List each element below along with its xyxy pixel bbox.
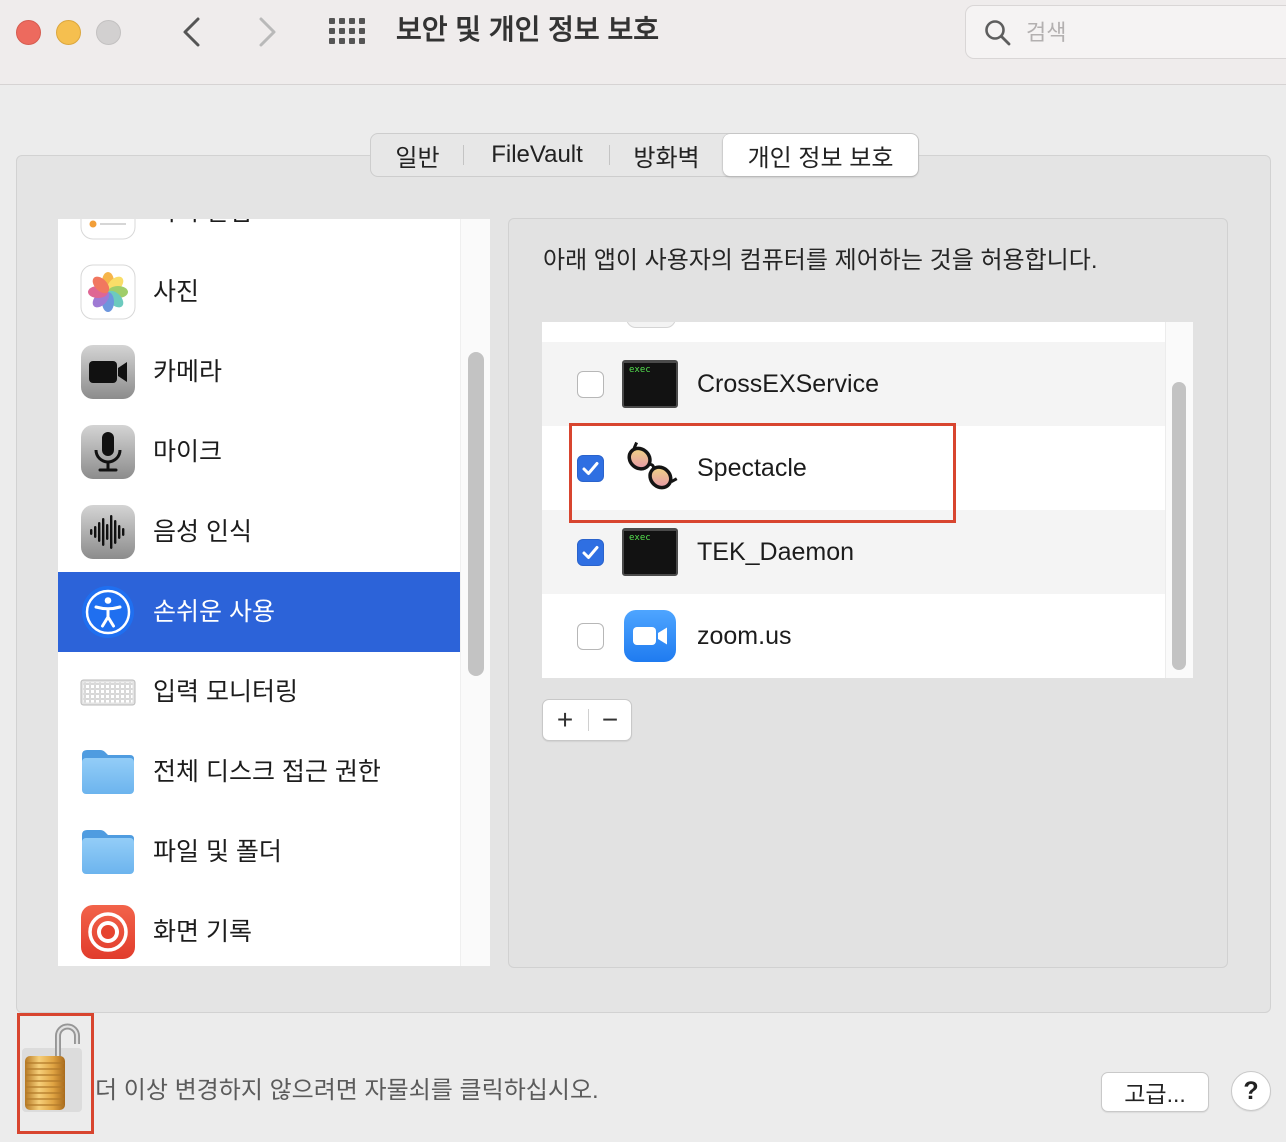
add-remove-control: + − [542,699,632,741]
app-name: zoom.us [697,622,792,650]
checkmark-icon [582,546,599,559]
app-checkbox[interactable] [577,371,604,398]
highlight-box-spectacle [569,423,956,523]
speech-recognition-icon [80,504,136,560]
close-button[interactable] [16,20,41,45]
toolbar: 보안 및 개인 정보 보호 검색 [0,0,1286,85]
chevron-left-icon [183,17,200,47]
tab-filevault[interactable]: FileVault [464,134,610,176]
sidebar-item-label: 음성 인식 [153,518,252,546]
search-icon [984,19,1012,47]
tab-divider [609,145,610,165]
sidebar-item-label: 입력 모니터링 [153,678,298,706]
folder-icon [80,824,136,880]
tab-divider [463,145,464,165]
forward-button[interactable] [255,16,279,48]
panel-description: 아래 앱이 사용자의 컴퓨터를 제어하는 것을 허용합니다. [543,247,1098,274]
back-button[interactable] [180,16,204,48]
tab-privacy[interactable]: 개인 정보 보호 [723,134,918,176]
keyboard-icon [80,664,136,720]
grid-icon [329,18,365,44]
sidebar-item-screen-recording[interactable]: 화면 기록 [58,892,460,966]
sidebar-item-speech-recognition[interactable]: 음성 인식 [58,492,460,572]
accessibility-icon [80,584,136,640]
unlocked-padlock-icon [22,1023,82,1112]
sidebar-item-camera[interactable]: 카메라 [58,332,460,412]
microphone-icon [80,424,136,480]
app-name: CrossEXService [697,370,879,398]
photos-icon [80,264,136,320]
app-checkbox[interactable] [577,623,604,650]
chevron-right-icon [259,17,276,47]
tab-firewall[interactable]: 방화벽 [610,134,723,176]
window-title: 보안 및 개인 정보 보호 [396,14,659,45]
minimize-button[interactable] [56,20,81,45]
sidebar-item-label: 마이크 [153,438,223,466]
lock-message: 더 이상 변경하지 않으려면 자물쇠를 클릭하십시오. [95,1077,599,1104]
sidebar-scrollbar-thumb[interactable] [468,352,484,676]
app-row-partial[interactable] [542,322,1165,342]
folder-icon [80,744,136,800]
sidebar-item-photos[interactable]: 사진 [58,252,460,332]
sidebar-item-full-disk-access[interactable]: 전체 디스크 접근 권한 [58,732,460,812]
sidebar-item-microphone[interactable]: 마이크 [58,412,460,492]
show-all-button[interactable] [329,18,365,44]
app-checkbox[interactable] [577,539,604,566]
zoom-icon [622,608,678,664]
add-app-button[interactable]: + [543,700,587,740]
exec-icon-label: exec [629,533,651,543]
sidebar-item-reminders[interactable]: 미리 알림 [58,219,460,252]
sidebar-item-accessibility[interactable]: 손쉬운 사용 [58,572,460,652]
app-row-zoom[interactable]: zoom.us [542,594,1165,678]
advanced-button[interactable]: 고급... [1101,1072,1209,1112]
sidebar-item-label: 전체 디스크 접근 권한 [153,758,381,786]
sidebar-item-label: 손쉬운 사용 [153,598,275,626]
app-row-crossexservice[interactable]: exec CrossEXService [542,342,1165,426]
sidebar-item-label: 화면 기록 [153,918,252,946]
reminders-icon [80,219,136,240]
sidebar-item-label: 파일 및 폴더 [153,838,282,866]
sidebar-item-label: 사진 [153,278,200,306]
help-button[interactable]: ? [1231,1071,1271,1111]
screen-recording-icon [80,904,136,960]
remove-app-button[interactable]: − [588,700,632,740]
privacy-category-list[interactable]: 미리 알림 사진 카메라 [58,219,490,966]
sidebar-item-label: 카메라 [153,358,223,386]
exec-icon-label: exec [629,365,651,375]
app-icon [626,322,676,328]
tab-bar: 일반 FileVault 방화벽 개인 정보 보호 [370,133,919,177]
search-input[interactable]: 검색 [965,5,1286,59]
exec-icon: exec [622,360,678,408]
sidebar-item-label: 미리 알림 [153,219,252,252]
tab-general[interactable]: 일반 [371,134,464,176]
zoom-button[interactable] [96,20,121,45]
sidebar-item-files-and-folders[interactable]: 파일 및 폴더 [58,812,460,892]
search-placeholder: 검색 [1026,20,1067,45]
camera-icon [80,344,136,400]
sidebar-item-input-monitoring[interactable]: 입력 모니터링 [58,652,460,732]
app-list-scrollbar-thumb[interactable] [1172,382,1186,670]
exec-icon: exec [622,528,678,576]
lock-button[interactable] [20,1016,84,1116]
